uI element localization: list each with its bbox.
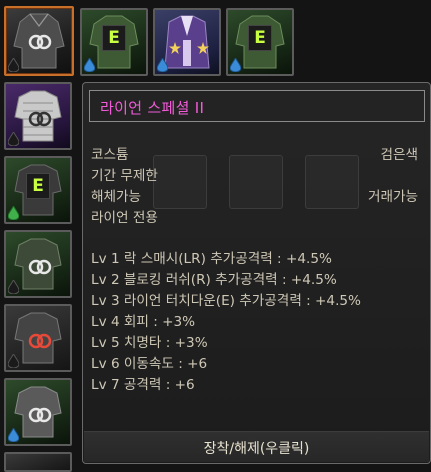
level-bonus: Lv 4 회피 : +3% <box>91 314 196 330</box>
side-slot-2[interactable]: E <box>4 156 72 224</box>
item-tooltip: 라이언 스페셜 II 코스튬 검은색 기간 무제한 해체가능 거래가능 라이언 … <box>82 82 431 464</box>
level-bonus: Lv 6 이동속도 : +6 <box>91 356 208 372</box>
item-color: 검은색 <box>380 147 418 163</box>
level-bonus: Lv 3 라이언 터치다운(E) 추가공격력 : +4.5% <box>91 293 361 309</box>
level-bonus: Lv 2 블로킹 러쉬(R) 추가공격력 : +4.5% <box>91 272 337 288</box>
item-period: 기간 무제한 <box>91 168 158 184</box>
side-slot-4[interactable] <box>4 304 72 372</box>
e-badge-icon: E <box>102 25 126 52</box>
star-icon <box>197 42 209 54</box>
costume-slot-2[interactable]: E <box>80 8 148 76</box>
dual-ring-icon <box>28 259 52 275</box>
tooltip-title-box: 라이언 스페셜 II <box>89 90 425 122</box>
ghost-slot <box>229 155 283 209</box>
side-slot-6[interactable] <box>4 452 72 472</box>
costume-slot-selected[interactable] <box>4 6 74 76</box>
item-name: 라이언 스페셜 II <box>100 99 205 117</box>
side-slot-3[interactable] <box>4 230 72 298</box>
ghost-slot <box>305 155 359 209</box>
tooltip-footer: 장착/해제(우클릭) <box>84 431 429 462</box>
item-exclusive: 라이언 전용 <box>91 210 158 226</box>
dual-ring-icon <box>28 111 52 127</box>
star-icon <box>169 42 181 54</box>
item-type: 코스튬 <box>91 147 129 163</box>
droplet-icon <box>8 428 19 442</box>
dual-ring-icon <box>28 407 52 423</box>
droplet-icon <box>84 58 95 72</box>
side-slot-5[interactable] <box>4 378 72 446</box>
item-tradable: 거래가능 <box>367 189 418 205</box>
droplet-icon <box>8 280 19 294</box>
item-disassemble: 해체가능 <box>91 189 142 205</box>
costume-slot-3[interactable] <box>153 8 221 76</box>
droplet-icon <box>8 58 19 72</box>
level-bonus: Lv 7 공격력 : +6 <box>91 377 195 393</box>
droplet-icon <box>157 58 168 72</box>
costume-slot-4[interactable]: E <box>226 8 294 76</box>
droplet-icon <box>230 58 241 72</box>
e-badge-icon: E <box>248 25 272 52</box>
side-slot-1[interactable] <box>4 82 72 150</box>
level-bonus: Lv 1 락 스매시(LR) 추가공격력 : +4.5% <box>91 251 332 267</box>
e-badge-icon: E <box>26 173 50 200</box>
droplet-icon <box>8 206 19 220</box>
ghost-slot <box>153 155 207 209</box>
dual-ring-icon <box>28 333 52 349</box>
level-bonus: Lv 5 치명타 : +3% <box>91 335 208 351</box>
droplet-icon <box>8 132 19 146</box>
droplet-icon <box>8 354 19 368</box>
equip-hint: 장착/해제(우클릭) <box>203 441 310 457</box>
dual-ring-icon <box>28 34 52 50</box>
